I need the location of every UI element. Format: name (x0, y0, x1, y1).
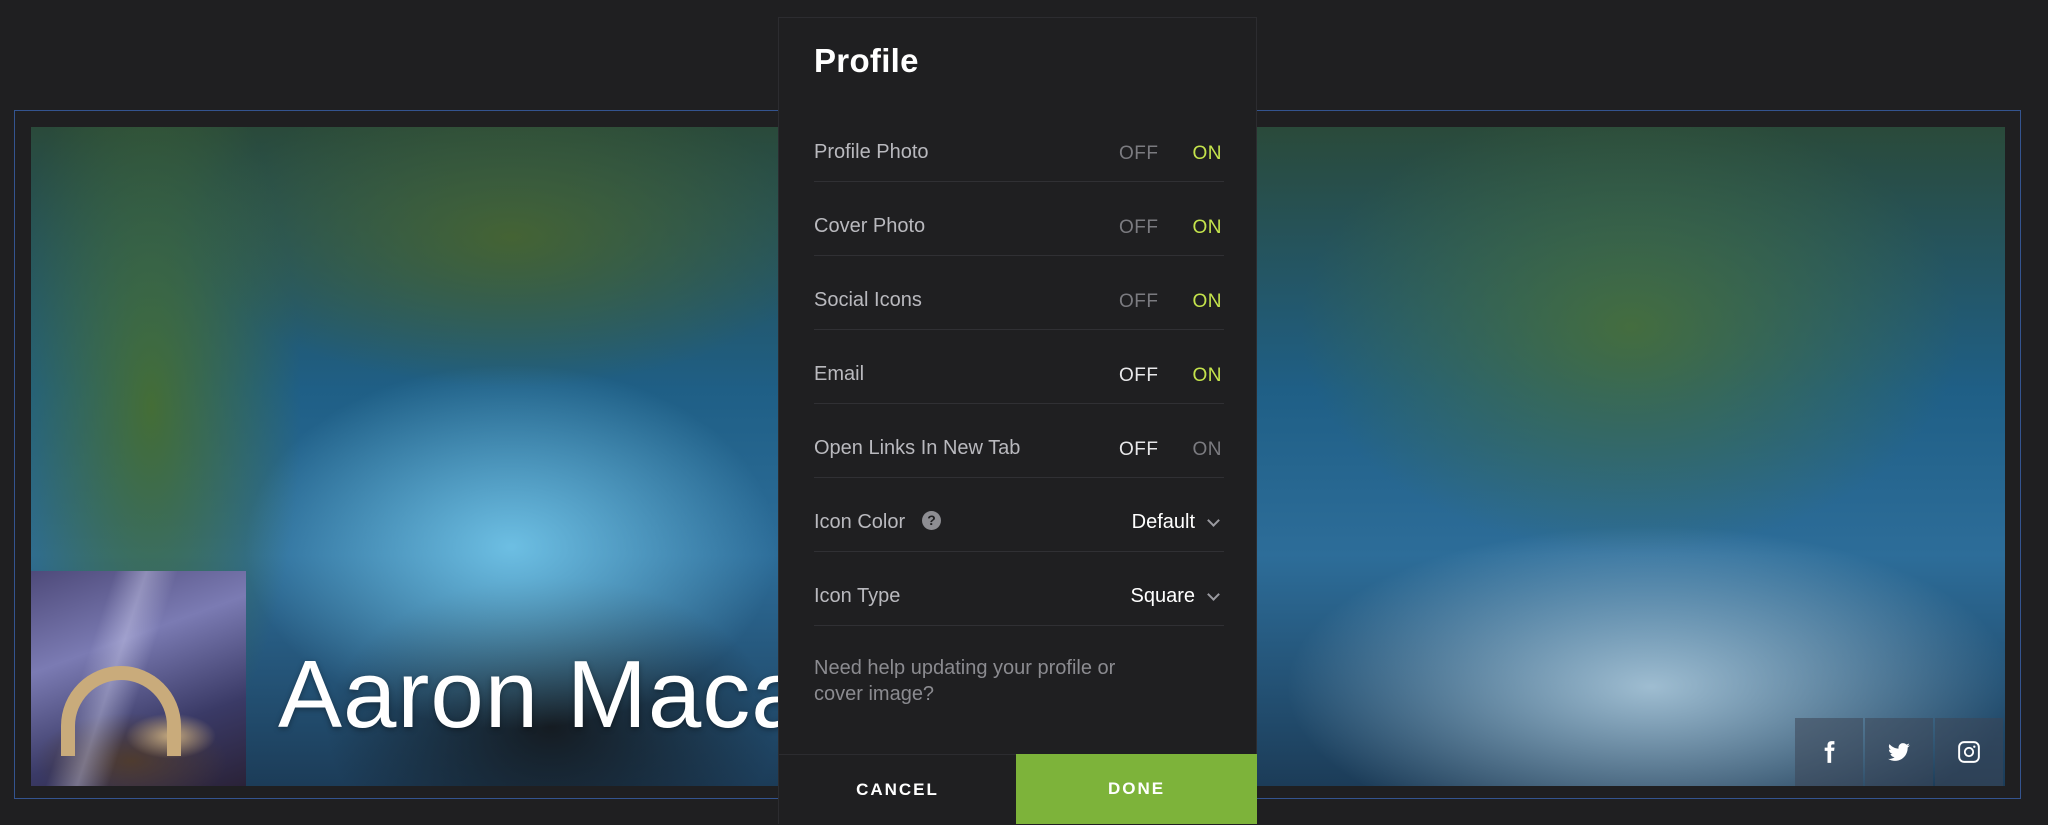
cover-photo-toggle: OFF ON (1119, 217, 1222, 239)
row-label: Open Links In New Tab (814, 437, 1021, 459)
instagram-icon (1958, 741, 1980, 763)
modal-title: Profile (814, 42, 919, 79)
cancel-button[interactable]: CANCEL (779, 754, 1016, 825)
profile-settings-modal: Profile Profile Photo OFF ON Cover Photo… (778, 17, 1257, 825)
social-icons-off-option[interactable]: OFF (1119, 291, 1159, 313)
help-text: Need help updating your profile or cover… (814, 657, 1116, 705)
facebook-icon (1824, 741, 1835, 763)
row-open-links-new-tab: Open Links In New Tab OFF ON (814, 423, 1224, 478)
profile-photo[interactable] (31, 571, 246, 786)
cover-photo-off-option[interactable]: OFF (1119, 217, 1159, 239)
twitter-button[interactable] (1865, 718, 1933, 786)
email-toggle: OFF ON (1119, 365, 1222, 387)
help-icon[interactable]: ? (922, 511, 941, 530)
row-cover-photo: Cover Photo OFF ON (814, 201, 1224, 256)
profile-photo-on-option[interactable]: ON (1193, 143, 1223, 165)
open-links-on-option[interactable]: ON (1193, 439, 1223, 461)
profile-photo-toggle: OFF ON (1119, 143, 1222, 165)
open-links-off-option[interactable]: OFF (1119, 439, 1159, 461)
icon-type-value: Square (1130, 585, 1196, 607)
row-label: Icon Color (814, 511, 906, 533)
open-links-toggle: OFF ON (1119, 439, 1222, 461)
social-icons-toggle: OFF ON (1119, 291, 1222, 313)
row-label: Social Icons (814, 289, 922, 311)
facebook-button[interactable] (1795, 718, 1863, 786)
row-icon-color: Icon Color ? Default (814, 497, 1224, 552)
row-icon-type: Icon Type Square (814, 571, 1224, 626)
row-email: Email OFF ON (814, 349, 1224, 404)
twitter-icon (1888, 743, 1910, 761)
icon-color-select[interactable]: Default (1131, 511, 1220, 534)
row-label: Email (814, 363, 865, 385)
row-label: Profile Photo (814, 141, 929, 163)
profile-photo-off-option[interactable]: OFF (1119, 143, 1159, 165)
icon-color-value: Default (1131, 511, 1195, 533)
row-social-icons: Social Icons OFF ON (814, 275, 1224, 330)
instagram-button[interactable] (1935, 718, 2003, 786)
row-label: Cover Photo (814, 215, 926, 237)
email-off-option[interactable]: OFF (1119, 365, 1159, 387)
chevron-down-icon (1207, 588, 1220, 601)
email-on-option[interactable]: ON (1193, 365, 1223, 387)
chevron-down-icon (1207, 514, 1220, 527)
cover-photo-on-option[interactable]: ON (1193, 217, 1223, 239)
row-profile-photo: Profile Photo OFF ON (814, 127, 1224, 182)
icon-type-select[interactable]: Square (1130, 585, 1220, 608)
profile-name: Aaron Maca (278, 641, 806, 748)
social-icons-bar (1795, 718, 2003, 786)
row-label: Icon Type (814, 585, 901, 607)
social-icons-on-option[interactable]: ON (1193, 291, 1223, 313)
done-button[interactable]: DONE (1016, 754, 1257, 824)
